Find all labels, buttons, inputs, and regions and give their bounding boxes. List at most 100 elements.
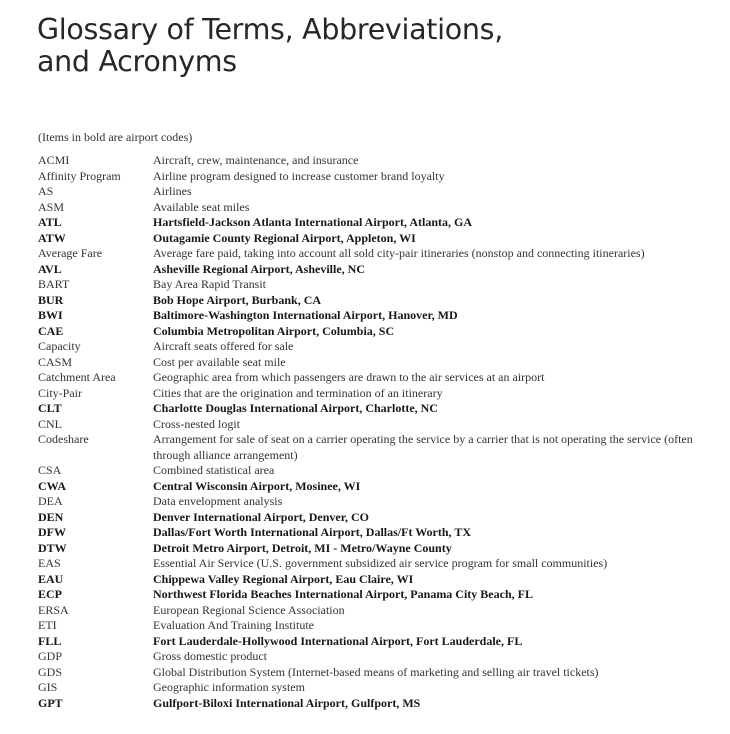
glossary-definition: Airline program designed to increase cus…: [153, 168, 445, 183]
glossary-definition: Charlotte Douglas International Airport,…: [153, 401, 438, 415]
glossary-entry-airport-code: DFW Dallas/Fort Worth International Airpo…: [38, 525, 718, 541]
glossary-definition: Geographic area from which passengers ar…: [153, 370, 545, 384]
glossary-definition: Detroit Metro Airport, Detroit, MI - Met…: [153, 540, 452, 555]
glossary-term: BUR: [38, 292, 64, 307]
glossary-definition: Denver International Airport, Denver, CO: [153, 509, 369, 524]
glossary-entry-airport-code: FLL Fort Lauderdale-Hollywood Internation…: [38, 634, 718, 650]
glossary-definition: Essential Air Service (U.S. government s…: [153, 556, 608, 570]
glossary-entry-airport-code: BUR Bob Hope Airport, Burbank, CA: [38, 293, 718, 309]
glossary-definition: Aircraft, crew, maintenance, and insuran…: [153, 153, 359, 167]
glossary-definition: Average fare paid, taking into account a…: [153, 246, 645, 260]
glossary-term: Capacity: [38, 339, 81, 353]
page-title: Glossary of Terms, Abbreviations, and Ac…: [37, 14, 503, 78]
glossary-entry: GDP Gross domestic product: [38, 649, 718, 665]
glossary-definition: Available seat miles: [153, 199, 250, 214]
glossary-entry-airport-code: AVL Asheville Regional Airport, Asheville…: [38, 262, 718, 278]
glossary-entry: Catchment Area Geographic area from which…: [38, 370, 718, 386]
glossary-entry-airport-code: CAE Columbia Metropolitan Airport, Columb…: [38, 324, 718, 340]
glossary-term: GDS: [38, 664, 63, 679]
glossary-definition: Central Wisconsin Airport, Mosinee, WI: [153, 478, 361, 493]
glossary-entry-airport-code: DTW Detroit Metro Airport, Detroit, MI - …: [38, 541, 718, 557]
glossary-entry: City-Pair Cities that are the origination…: [38, 386, 718, 402]
glossary-entry: ACMI Aircraft, crew, maintenance, and ins…: [38, 153, 718, 169]
glossary-term: Catchment Area: [38, 370, 116, 384]
glossary-term: Average Fare: [38, 246, 103, 260]
glossary-entry: AS Airlines: [38, 184, 718, 200]
glossary-term: FLL: [38, 633, 62, 648]
glossary-entry-airport-code: CLT Charlotte Douglas International Airpo…: [38, 401, 718, 417]
glossary-definition: Northwest Florida Beaches International …: [153, 587, 533, 601]
glossary-term: CWA: [38, 478, 67, 493]
glossary-definition: Outagamie County Regional Airport, Apple…: [153, 230, 416, 245]
glossary-term: ATL: [38, 215, 62, 229]
glossary-term: BWI: [38, 308, 63, 322]
glossary-term: ACMI: [38, 153, 70, 167]
glossary-entry-airport-code: ATL Hartsfield-Jackson Atlanta Internatio…: [38, 215, 718, 231]
title-line-2: and Acronyms: [37, 45, 237, 78]
glossary-term: DEA: [38, 494, 63, 508]
glossary-definition: Cross-nested logit: [153, 416, 240, 431]
glossary-entry: Codeshare Arrangement for sale of seat on…: [38, 432, 718, 463]
glossary-entry: BART Bay Area Rapid Transit: [38, 277, 718, 293]
glossary-definition: Arrangement for sale of seat on a carrie…: [153, 432, 693, 462]
glossary-definition: Columbia Metropolitan Airport, Columbia,…: [153, 323, 395, 338]
glossary-entry-airport-code: EAU Chippewa Valley Regional Airport, Eau…: [38, 572, 718, 588]
glossary-definition: Cities that are the origination and term…: [153, 385, 443, 400]
glossary-entry: Average Fare Average fare paid, taking in…: [38, 246, 718, 262]
glossary-entry-airport-code: GPT Gulfport-Biloxi International Airport…: [38, 696, 718, 712]
glossary-entry-airport-code: BWI Baltimore-Washington International Ai…: [38, 308, 718, 324]
bold-items-note: (Items in bold are airport codes): [38, 130, 193, 144]
glossary-entry: ERSA European Regional Science Associatio…: [38, 603, 718, 619]
glossary-definition: European Regional Science Association: [153, 602, 345, 617]
glossary-entry: ETI Evaluation And Training Institute: [38, 618, 718, 634]
glossary-term: ETI: [38, 618, 57, 632]
glossary-definition: Data envelopment analysis: [153, 494, 283, 508]
glossary-definition: Gulfport-Biloxi International Airport, G…: [153, 695, 421, 710]
glossary-entry-airport-code: DEN Denver International Airport, Denver,…: [38, 510, 718, 526]
glossary-term: BART: [38, 277, 70, 291]
glossary-definition: Gross domestic product: [153, 649, 267, 663]
glossary-term: AVL: [38, 261, 62, 276]
glossary-entry: Capacity Aircraft seats offered for sale: [38, 339, 718, 355]
glossary-entry: EAS Essential Air Service (U.S. governmen…: [38, 556, 718, 572]
glossary-definition: Fort Lauderdale-Hollywood International …: [153, 633, 523, 648]
glossary-term: CLT: [38, 401, 62, 415]
title-line-1: Glossary of Terms, Abbreviations,: [37, 13, 503, 46]
glossary-term: ATW: [38, 230, 66, 245]
glossary-entry: DEA Data envelopment analysis: [38, 494, 718, 510]
glossary-term: EAS: [38, 556, 61, 570]
glossary-entry: GIS Geographic information system: [38, 680, 718, 696]
glossary-entry: CASM Cost per available seat mile: [38, 355, 718, 371]
glossary-term: GPT: [38, 695, 63, 710]
glossary-term: Codeshare: [38, 432, 89, 446]
glossary-definition: Bob Hope Airport, Burbank, CA: [153, 292, 322, 307]
glossary-definition: Airlines: [153, 184, 192, 198]
glossary-entry-airport-code: CWA Central Wisconsin Airport, Mosinee, W…: [38, 479, 718, 495]
glossary-entry-airport-code: ECP Northwest Florida Beaches Internation…: [38, 587, 718, 603]
glossary-entry: ASM Available seat miles: [38, 200, 718, 216]
glossary-term: EAU: [38, 571, 64, 586]
glossary-term: CASM: [38, 354, 73, 369]
glossary-definition: Cost per available seat mile: [153, 354, 286, 369]
glossary-definition: Hartsfield-Jackson Atlanta International…: [153, 215, 473, 229]
glossary-definition: Combined statistical area: [153, 463, 275, 477]
glossary-term: ERSA: [38, 602, 69, 617]
glossary-definition: Evaluation And Training Institute: [153, 618, 314, 632]
glossary-definition: Global Distribution System (Internet-bas…: [153, 664, 599, 679]
glossary-entry-airport-code: ATW Outagamie County Regional Airport, Ap…: [38, 231, 718, 247]
glossary-term: CSA: [38, 463, 62, 477]
glossary-entry: GDS Global Distribution System (Internet-…: [38, 665, 718, 681]
glossary-term: CAE: [38, 323, 64, 338]
glossary-term: AS: [38, 184, 54, 198]
glossary-definition: Baltimore-Washington International Airpo…: [153, 308, 458, 322]
glossary-term: ECP: [38, 587, 62, 601]
glossary-definition: Bay Area Rapid Transit: [153, 277, 266, 291]
glossary-term: DTW: [38, 540, 67, 555]
glossary-definition: Chippewa Valley Regional Airport, Eau Cl…: [153, 571, 414, 586]
glossary-term: DEN: [38, 509, 64, 524]
glossary-term: CNL: [38, 416, 62, 431]
glossary-entry: Affinity Program Airline program designed…: [38, 169, 718, 185]
glossary-term: ASM: [38, 199, 65, 214]
glossary-term: GDP: [38, 649, 63, 663]
glossary-definition: Asheville Regional Airport, Asheville, N…: [153, 261, 365, 276]
